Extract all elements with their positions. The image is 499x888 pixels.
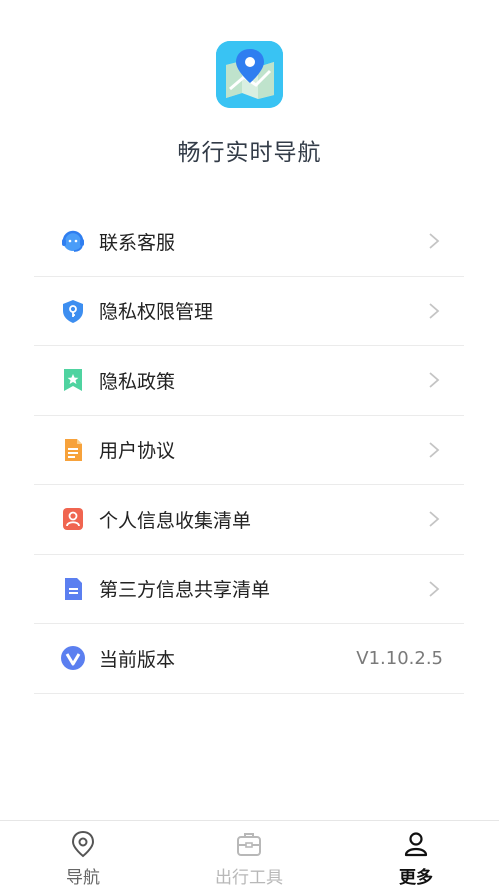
menu-item-current-version: 当前版本 V1.10.2.5 [34, 624, 464, 694]
menu-item-third-party-sharing[interactable]: 第三方信息共享清单 [34, 555, 464, 624]
menu-item-label: 第三方信息共享清单 [99, 579, 271, 602]
menu-item-label: 联系客服 [99, 231, 176, 254]
bottom-tab-bar: 导航 出行工具 更多 [0, 820, 499, 888]
chevron-right-icon [429, 442, 440, 458]
app-logo-icon [216, 41, 283, 108]
toolbox-icon [237, 833, 261, 856]
bookmark-star-icon [64, 369, 82, 392]
tab-label: 导航 [66, 868, 100, 888]
menu-item-label: 用户协议 [99, 440, 176, 463]
menu-item-personal-info-list[interactable]: 个人信息收集清单 [34, 485, 464, 555]
tab-more[interactable]: 更多 [356, 821, 476, 888]
tab-travel-tools[interactable]: 出行工具 [189, 821, 309, 888]
menu-item-label: 隐私政策 [99, 370, 176, 393]
user-icon [404, 832, 428, 857]
app-title: 畅行实时导航 [177, 140, 322, 166]
document-icon [65, 438, 82, 461]
settings-menu: 联系客服 隐私权限管理 隐私政策 用户协议 个人信息收集清单 第三方信息共享清单… [34, 207, 464, 694]
menu-item-privacy-permissions[interactable]: 隐私权限管理 [34, 277, 464, 346]
menu-item-contact-service[interactable]: 联系客服 [34, 207, 464, 277]
person-badge-icon [63, 508, 83, 531]
tab-navigation[interactable]: 导航 [23, 821, 143, 888]
navigation-pin-icon [71, 830, 95, 858]
app-header: 畅行实时导航 [0, 0, 499, 200]
v-logo-icon [61, 646, 85, 671]
chevron-right-icon [429, 581, 440, 597]
menu-item-privacy-policy[interactable]: 隐私政策 [34, 346, 464, 416]
list-document-icon [65, 577, 82, 600]
tab-label: 更多 [399, 868, 433, 888]
tab-label: 出行工具 [215, 868, 283, 888]
version-value: V1.10.2.5 [356, 647, 443, 669]
chevron-right-icon [429, 511, 440, 527]
menu-item-label: 隐私权限管理 [99, 301, 214, 324]
chevron-right-icon [429, 233, 440, 249]
menu-item-user-agreement[interactable]: 用户协议 [34, 416, 464, 485]
customer-service-headset-icon [62, 231, 84, 253]
menu-item-label: 个人信息收集清单 [99, 509, 252, 532]
chevron-right-icon [429, 303, 440, 319]
version-label: 当前版本 [99, 648, 176, 671]
shield-key-icon [63, 299, 83, 323]
chevron-right-icon [429, 372, 440, 388]
